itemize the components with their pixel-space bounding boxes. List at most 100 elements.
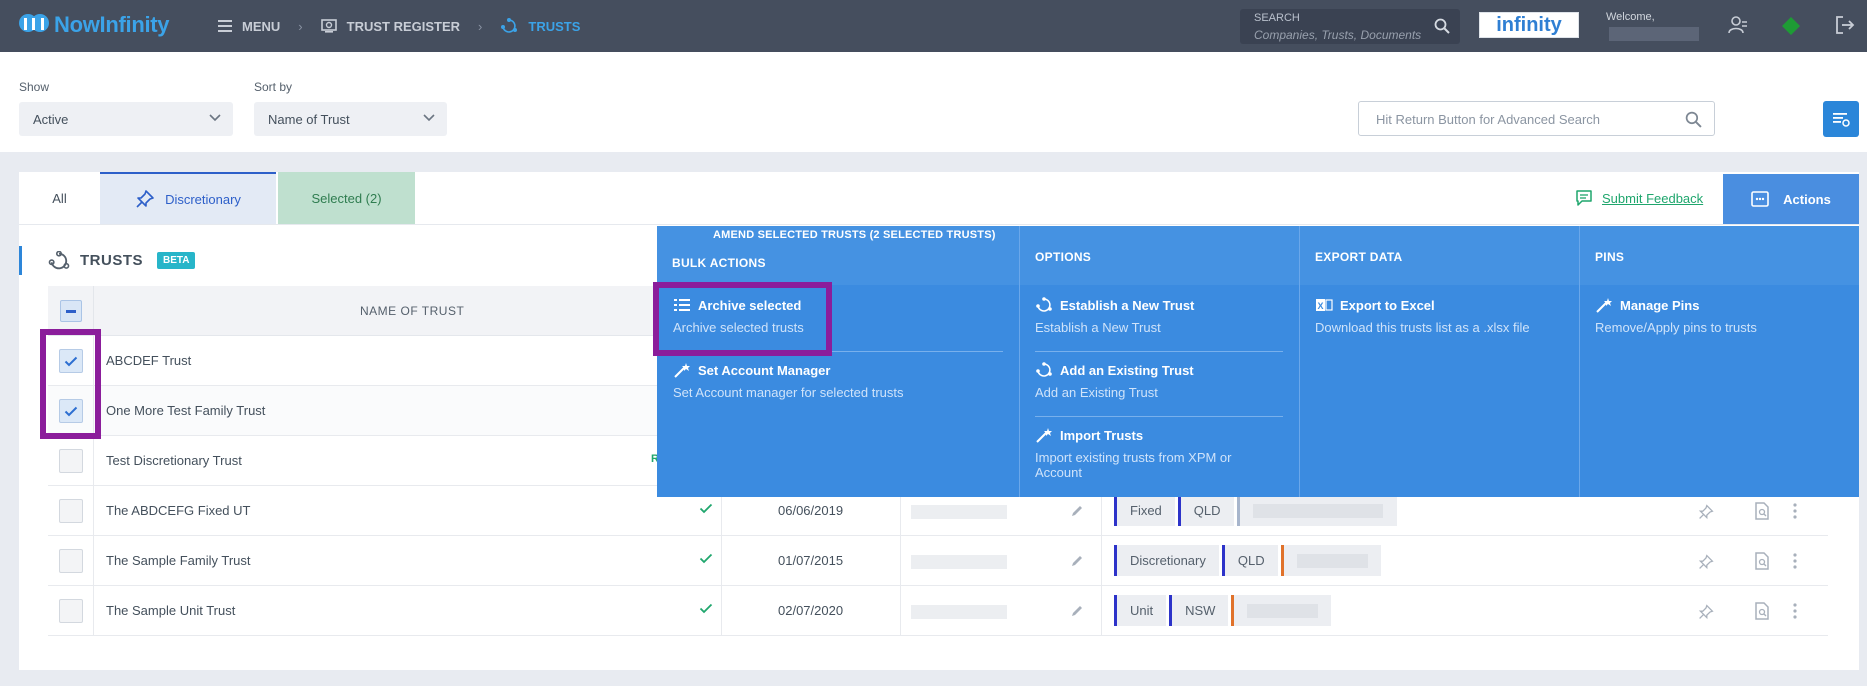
table-row[interactable]: The Sample Unit Trust 02/07/2020 Unit NS… [48,586,1828,636]
account-manager-redacted [911,605,1007,619]
column-header-name[interactable]: NAME OF TRUST [360,304,464,318]
trust-name[interactable]: The ABDCEFG Fixed UT [106,503,250,518]
tag-label: Unit [1130,603,1154,618]
show-select-value: Active [33,111,69,127]
row-checkbox[interactable] [59,499,83,523]
account-manager-redacted [911,555,1007,569]
breadcrumb-menu[interactable]: MENU [218,19,280,34]
view-document-icon[interactable] [1754,602,1770,620]
menu-icon [218,20,232,32]
logo-icon [19,14,49,32]
pin-icon[interactable] [1698,604,1714,620]
edit-icon[interactable] [1070,604,1084,618]
row-checkbox[interactable] [59,549,83,573]
trust-type-tag: Unit [1114,595,1167,626]
column-divider [1299,226,1300,497]
status-indicator-icon[interactable] [1782,17,1800,35]
item-description: Remove/Apply pins to trusts [1595,320,1757,335]
more-options-icon[interactable] [1792,502,1798,520]
trust-tabs: All Discretionary Selected (2) [19,172,415,224]
tab-selected[interactable]: Selected (2) [278,172,415,224]
item-title: Manage Pins [1620,297,1700,313]
more-options-icon[interactable] [1792,552,1798,570]
actions-button[interactable]: Actions [1723,174,1859,224]
select-all-checkbox[interactable] [60,300,82,322]
established-date: 02/07/2020 [778,603,844,618]
sort-label: Sort by [254,80,293,94]
trust-name[interactable]: Test Discretionary Trust [106,453,242,468]
tag-label: QLD [1193,503,1221,518]
sort-select[interactable]: Name of Trust [254,102,447,136]
options-heading: OPTIONS [1035,250,1092,264]
section-title: TRUSTS BETA [19,246,196,275]
trust-type-tag: Discretionary [1114,545,1219,576]
tab-divider [19,224,1859,225]
user-profile-icon[interactable] [1728,15,1748,35]
redacted-tag [1231,595,1332,626]
search-icon[interactable] [1685,111,1702,128]
submit-feedback-link[interactable]: Submit Feedback [1576,190,1703,206]
trust-name[interactable]: The Sample Family Trust [106,553,251,568]
global-search-input[interactable]: SEARCH Companies, Trusts, Documents [1240,9,1460,44]
row-checkbox[interactable] [59,599,83,623]
tag-label: QLD [1237,553,1265,568]
pin-icon [136,190,154,208]
show-label: Show [19,80,50,94]
tab-label: Discretionary [165,191,241,207]
view-document-icon[interactable] [1754,552,1770,570]
partner-logo: infinity [1479,12,1579,38]
magic-wand-icon [1596,298,1612,313]
export-to-excel-item[interactable]: X Export to Excel Download this trusts li… [1315,297,1530,336]
breadcrumb-trusts[interactable]: TRUSTS [500,18,580,34]
item-divider [1035,351,1283,352]
set-account-manager-item[interactable]: Set Account Manager Set Account manager … [673,362,904,401]
table-row[interactable]: The Sample Family Trust 01/07/2015 Discr… [48,536,1828,586]
trust-name[interactable]: The Sample Unit Trust [106,603,235,618]
column-divider [93,536,94,586]
column-divider [93,586,94,636]
trust-tags: Unit NSW [1114,595,1334,626]
tab-discretionary[interactable]: Discretionary [100,172,276,224]
pin-icon[interactable] [1698,554,1714,570]
trust-name[interactable]: ABCDEF Trust [106,353,191,368]
logout-icon[interactable] [1835,15,1855,35]
filter-bar: Show Active Sort by Name of Trust Hit Re… [0,52,1867,152]
manage-pins-item[interactable]: Manage Pins Remove/Apply pins to trusts [1595,297,1757,336]
row-checkbox[interactable] [59,449,83,473]
edit-icon[interactable] [1070,504,1084,518]
edit-icon[interactable] [1070,554,1084,568]
show-select[interactable]: Active [19,102,233,136]
column-divider [93,486,94,536]
tab-label: All [52,190,67,206]
import-trusts-item[interactable]: Import Trusts Import existing trusts fro… [1035,427,1255,481]
register-icon [320,19,337,33]
top-navigation-bar: NowInfinity MENU › TRUST REGISTER › TRUS… [0,0,1867,52]
advanced-search-button[interactable] [1823,101,1859,137]
breadcrumb-trust-register[interactable]: TRUST REGISTER [320,19,460,34]
view-document-icon[interactable] [1754,502,1770,520]
chevron-right-icon: › [298,18,303,34]
actions-dropdown-panel: AMEND SELECTED TRUSTS (2 SELECTED TRUSTS… [657,226,1859,497]
item-title: Set Account Manager [698,362,831,378]
export-data-heading: EXPORT DATA [1315,250,1403,264]
trust-name[interactable]: One More Test Family Trust [106,403,265,418]
advanced-search-input[interactable]: Hit Return Button for Advanced Search [1358,101,1715,136]
item-description: Set Account manager for selected trusts [673,385,904,400]
magic-wand-icon [674,363,690,378]
logo-text: NowInfinity [54,12,170,37]
column-divider [900,586,901,636]
pin-icon[interactable] [1698,504,1714,520]
nowinfinity-logo[interactable]: NowInfinity [18,12,170,38]
partner-logo-text: infinity [1496,13,1562,36]
item-title: Add an Existing Trust [1060,362,1194,378]
checkbox-highlight-box [40,329,101,439]
column-divider [1019,226,1020,497]
breadcrumb-label: TRUSTS [528,18,581,34]
actions-label: Actions [1783,191,1831,207]
add-existing-trust-item[interactable]: Add an Existing Trust Add an Existing Tr… [1035,362,1194,400]
user-name-redacted [1609,27,1699,41]
more-options-icon[interactable] [1792,602,1798,620]
column-divider [1101,586,1102,636]
establish-new-trust-item[interactable]: Establish a New Trust Establish a New Tr… [1035,297,1194,335]
tab-all[interactable]: All [19,172,100,224]
